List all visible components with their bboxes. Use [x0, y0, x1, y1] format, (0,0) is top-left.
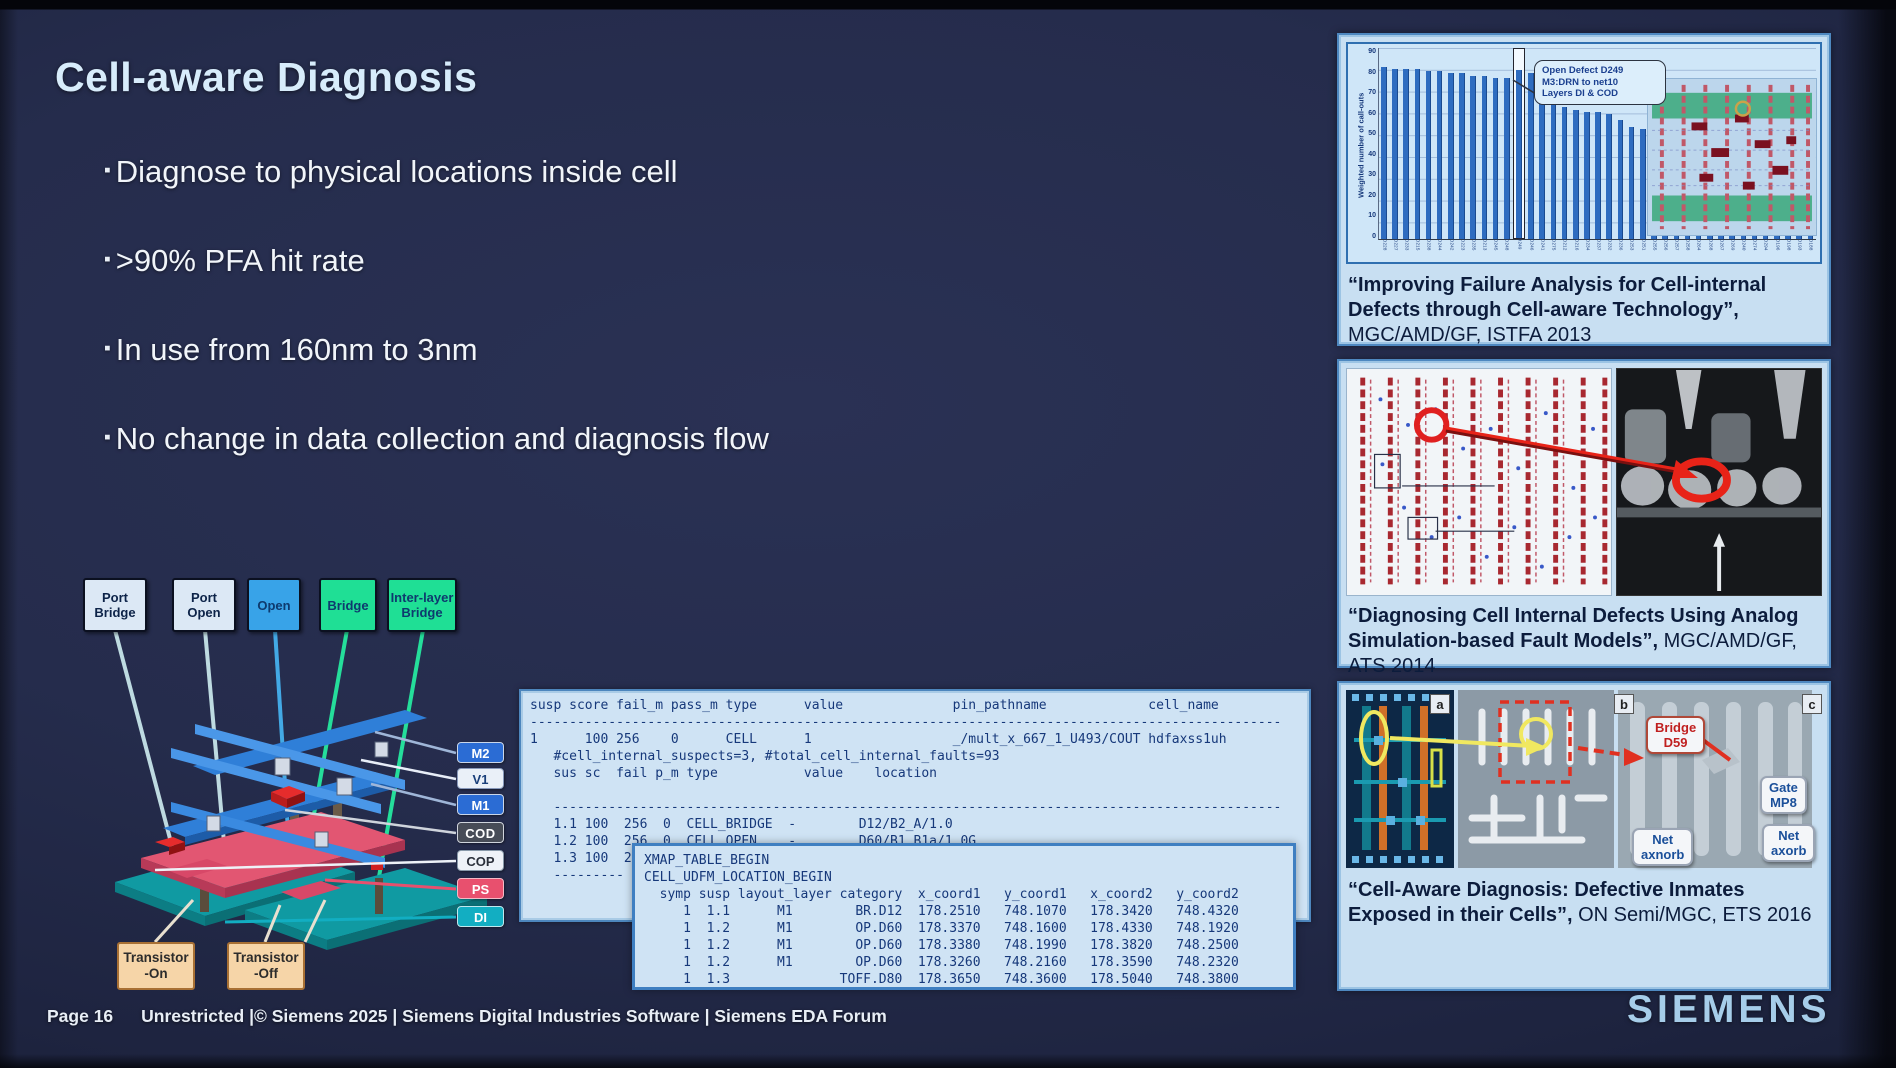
callout-port-bridge: Port Bridge [83, 578, 147, 632]
bullet-text: In use from 160nm to 3nm [116, 332, 478, 367]
caption-quote: “Improving Failure Analysis for Cell-int… [1348, 274, 1766, 321]
cell-3d-structure-graphic [75, 570, 507, 998]
bar-chart: Weighted number of call-outs 90807060504… [1346, 42, 1822, 264]
callout-bridge: Bridge [319, 578, 377, 632]
panel-ets-2016: a b c Bridge D59 Gate MP8 Net axnorb Net… [1337, 681, 1831, 991]
xmap-table-window: XMAP_TABLE_BEGIN CELL_UDFM_LOCATION_BEGI… [632, 843, 1296, 990]
layer-label-m2: M2 [457, 742, 504, 763]
bullet-square-icon: ▪ [104, 338, 111, 359]
xmap-table-text: XMAP_TABLE_BEGIN CELL_UDFM_LOCATION_BEGI… [635, 846, 1293, 994]
label-transistor-on: Transistor -On [117, 942, 195, 990]
layer-label-v1: V1 [457, 768, 504, 789]
layer-label-m1: M1 [457, 794, 504, 815]
caption-ats-2014: “Diagnosing Cell Internal Defects Using … [1348, 604, 1822, 679]
bullet-square-icon: ▪ [104, 160, 111, 181]
callout-open: Open [247, 578, 301, 632]
defect-arrow-overlay [1346, 368, 1826, 596]
footer-text: Unrestricted |© Siemens 2025 | Siemens D… [141, 1006, 887, 1027]
caption-source: MGC/AMD/GF, ISTFA 2013 [1348, 324, 1591, 346]
chart-annotation: Open Defect D249 M3:DRN to net10 Layers … [1534, 60, 1666, 105]
callout-net-axorb: Net axorb [1762, 824, 1815, 862]
siemens-logo: SIEMENS [1627, 988, 1831, 1032]
callout-bridge-d59: Bridge D59 [1646, 716, 1705, 754]
layer-label-ps: PS [457, 878, 504, 899]
bullet-text: No change in data collection and diagnos… [116, 421, 769, 456]
sub-image-label-a: a [1430, 694, 1450, 714]
sub-image-label-b: b [1614, 694, 1634, 714]
label-transistor-off: Transistor -Off [227, 942, 305, 990]
bullet-item: ▪Diagnose to physical locations inside c… [104, 152, 769, 191]
slide: Cell-aware Diagnosis ▪Diagnose to physic… [0, 0, 1896, 1068]
page-number: Page 16 [47, 1006, 113, 1027]
layer-label-cop: COP [457, 850, 504, 871]
callout-net-axnorb: Net axnorb [1632, 828, 1693, 866]
layer-label-di: DI [457, 906, 504, 927]
footer: Page 16 Unrestricted |© Siemens 2025 | S… [47, 1006, 887, 1027]
callout-port-open: Port Open [172, 578, 236, 632]
bullet-text: >90% PFA hit rate [116, 243, 365, 278]
cell-3d-diagram: Port Bridge Port Open Open Bridge Inter-… [75, 570, 507, 998]
defect-images-row [1346, 368, 1822, 596]
bullet-item: ▪>90% PFA hit rate [104, 241, 769, 280]
caption-istfa-2013: “Improving Failure Analysis for Cell-int… [1348, 273, 1822, 348]
callout-interlayer-bridge: Inter-layer Bridge [387, 578, 457, 632]
panel-istfa-2013: Weighted number of call-outs 90807060504… [1337, 33, 1831, 346]
bullet-item: ▪In use from 160nm to 3nm [104, 330, 769, 369]
panel-ats-2014: “Diagnosing Cell Internal Defects Using … [1337, 359, 1831, 668]
cell-arrows-overlay [1346, 690, 1826, 868]
layer-label-cod: COD [457, 822, 504, 843]
caption-source: ON Semi/MGC, ETS 2016 [1578, 904, 1811, 926]
caption-ets-2016: “Cell-Aware Diagnosis: Defective Inmates… [1348, 878, 1822, 928]
callout-gate-mp8: Gate MP8 [1760, 776, 1807, 814]
cell-images-row: a b c Bridge D59 Gate MP8 Net axnorb Net… [1346, 690, 1822, 868]
bullet-item: ▪No change in data collection and diagno… [104, 419, 769, 458]
page-title: Cell-aware Diagnosis [55, 54, 477, 101]
bullet-text: Diagnose to physical locations inside ce… [116, 154, 678, 189]
sub-image-label-c: c [1802, 694, 1822, 714]
bullet-square-icon: ▪ [104, 427, 111, 448]
cell-layout-inset-image [1647, 78, 1817, 236]
bullet-list: ▪Diagnose to physical locations inside c… [104, 152, 769, 458]
bullet-square-icon: ▪ [104, 249, 111, 270]
